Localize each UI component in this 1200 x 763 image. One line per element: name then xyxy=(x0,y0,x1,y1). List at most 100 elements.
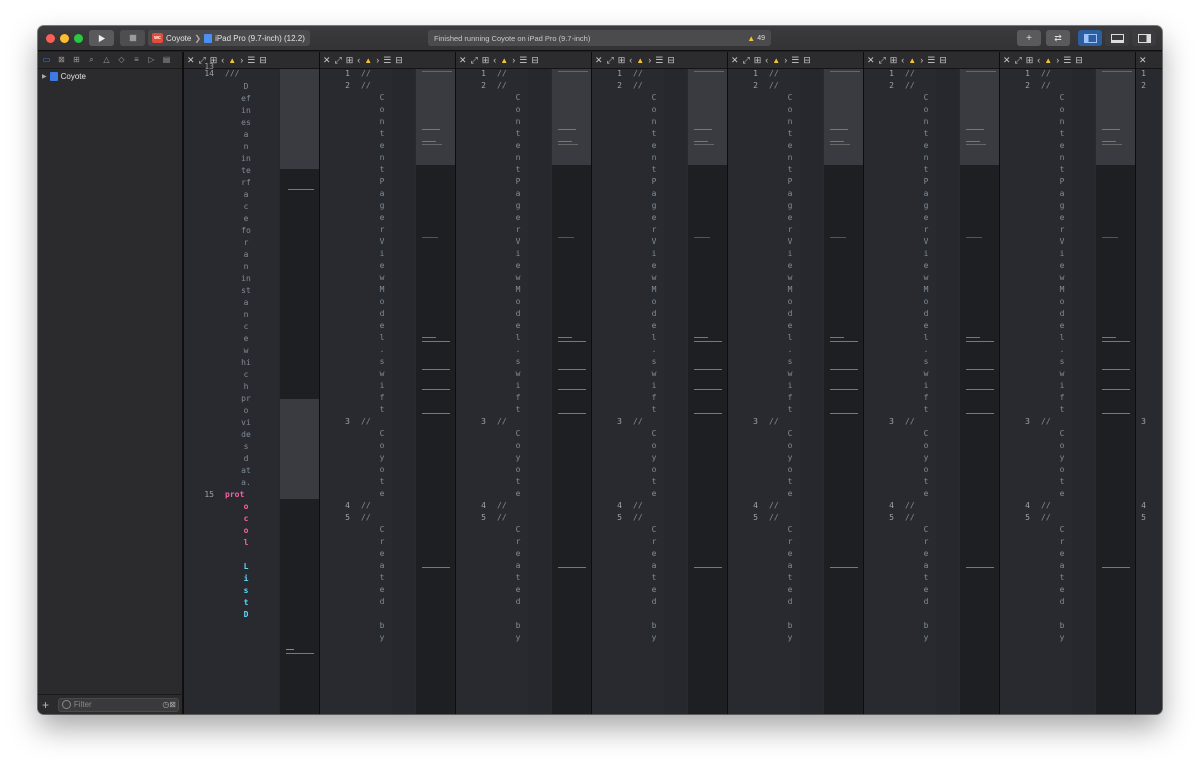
source-control-icon[interactable]: ⊠ xyxy=(55,54,68,66)
search-icon[interactable]: ⌕ xyxy=(85,54,98,66)
issue-warning-icon[interactable]: ▲ xyxy=(908,56,916,65)
library-button[interactable]: + xyxy=(1017,30,1041,46)
related-items-icon[interactable]: ⊞ xyxy=(754,55,762,66)
expand-icon[interactable]: ⤢ xyxy=(879,55,886,66)
related-items-icon[interactable]: ⊞ xyxy=(618,55,626,66)
issue-warning-icon[interactable]: ▲ xyxy=(364,56,372,65)
inspector-toggle-button[interactable] xyxy=(1132,30,1156,46)
document-items-icon[interactable]: ☰ xyxy=(247,55,255,66)
back-icon[interactable]: ‹ xyxy=(765,55,768,65)
document-items-icon[interactable]: ☰ xyxy=(519,55,527,66)
add-editor-icon[interactable]: ⊟ xyxy=(939,55,947,66)
minimap[interactable] xyxy=(960,69,999,714)
close-editor-icon[interactable]: ✕ xyxy=(323,55,331,66)
close-editor-icon[interactable]: ✕ xyxy=(867,55,875,66)
back-icon[interactable]: ‹ xyxy=(901,55,904,65)
source-editor[interactable]: 13 14///Def in es a n in te rf a c e fo r a n in st a n c e w h… xyxy=(184,62,279,714)
document-items-icon[interactable]: ☰ xyxy=(791,55,799,66)
warning-icon[interactable]: △ xyxy=(100,54,113,66)
navigator-root-item[interactable]: ▶ Coyote xyxy=(38,69,182,84)
forward-icon[interactable]: › xyxy=(648,55,651,65)
minimap-viewport[interactable] xyxy=(960,69,999,165)
expand-icon[interactable]: ⤢ xyxy=(743,55,750,66)
back-icon[interactable]: ‹ xyxy=(357,55,360,65)
add-editor-icon[interactable]: ⊟ xyxy=(259,55,267,66)
test-icon[interactable]: ◇ xyxy=(115,54,128,66)
expand-icon[interactable]: ⤢ xyxy=(335,55,342,66)
scheme-selector[interactable]: wc Coyote ❯ iPad Pro (9.7-inch) (12.2) xyxy=(148,30,310,46)
forward-icon[interactable]: › xyxy=(920,55,923,65)
editor-pane-1[interactable]: ✕ ⤢ ⊞ ‹ ▲ › ☰ ⊟ 13 14///Def in es a n in te rf a c e fo r a n in… xyxy=(183,52,319,714)
issue-warning-icon[interactable]: ▲ xyxy=(772,56,780,65)
document-items-icon[interactable]: ☰ xyxy=(927,55,935,66)
back-icon[interactable]: ‹ xyxy=(493,55,496,65)
report-icon[interactable]: ▤ xyxy=(160,54,173,66)
issue-warning-icon[interactable]: ▲ xyxy=(500,56,508,65)
document-items-icon[interactable]: ☰ xyxy=(655,55,663,66)
close-editor-icon[interactable]: ✕ xyxy=(459,55,467,66)
forward-icon[interactable]: › xyxy=(376,55,379,65)
stop-button[interactable] xyxy=(120,30,145,46)
debug-icon[interactable]: ≡ xyxy=(130,54,143,66)
minimap-viewport[interactable] xyxy=(688,69,727,165)
run-button[interactable] xyxy=(89,30,114,46)
minimap[interactable] xyxy=(416,69,455,714)
forward-icon[interactable]: › xyxy=(512,55,515,65)
related-items-icon[interactable]: ⊞ xyxy=(482,55,490,66)
forward-icon[interactable]: › xyxy=(784,55,787,65)
expand-icon[interactable]: ⤢ xyxy=(607,55,614,66)
back-icon[interactable]: ‹ xyxy=(221,55,224,65)
editor-pane-7[interactable]: ✕ ⤢ ⊞ ‹ ▲ › ☰ ⊟ 1//2//Co n t e n t Pa g e r Vi e w Mo d e l. s w i f… xyxy=(999,52,1135,714)
add-file-button[interactable]: + xyxy=(42,698,54,712)
forward-icon[interactable]: › xyxy=(1056,55,1059,65)
add-editor-icon[interactable]: ⊟ xyxy=(667,55,675,66)
editor-pane-5[interactable]: ✕ ⤢ ⊞ ‹ ▲ › ☰ ⊟ 1//2//Co n t e n t Pa g e r Vi e w Mo d e l. s w i f… xyxy=(727,52,863,714)
code-review-button[interactable]: ⇄ xyxy=(1046,30,1070,46)
editor-pane-8[interactable]: ✕ 1 2 3 4 5 xyxy=(1135,52,1162,714)
add-editor-icon[interactable]: ⊟ xyxy=(531,55,539,66)
editor-pane-6[interactable]: ✕ ⤢ ⊞ ‹ ▲ › ☰ ⊟ 1//2//Co n t e n t Pa g e r Vi e w Mo d e l. s w i f… xyxy=(863,52,999,714)
minimap[interactable] xyxy=(1096,69,1135,714)
expand-icon[interactable]: ⤢ xyxy=(1015,55,1022,66)
document-items-icon[interactable]: ☰ xyxy=(1063,55,1071,66)
close-editor-icon[interactable]: ✕ xyxy=(1139,55,1147,66)
hierarchy-icon[interactable]: ⊞ xyxy=(70,54,83,66)
document-items-icon[interactable]: ☰ xyxy=(383,55,391,66)
related-items-icon[interactable]: ⊞ xyxy=(346,55,354,66)
issue-warning-icon[interactable]: ▲ xyxy=(228,56,236,65)
minimap[interactable] xyxy=(688,69,727,714)
debug-area-toggle-button[interactable] xyxy=(1105,30,1129,46)
close-editor-icon[interactable]: ✕ xyxy=(595,55,603,66)
warnings-badge[interactable]: ▲ 49 xyxy=(747,34,765,43)
recent-filter-icon[interactable]: ◷⊠ xyxy=(162,700,176,709)
forward-icon[interactable]: › xyxy=(240,55,243,65)
minimap-viewport[interactable] xyxy=(280,69,319,169)
close-editor-icon[interactable]: ✕ xyxy=(731,55,739,66)
add-editor-icon[interactable]: ⊟ xyxy=(395,55,403,66)
add-editor-icon[interactable]: ⊟ xyxy=(803,55,811,66)
minimap-viewport[interactable] xyxy=(552,69,591,165)
minimap-viewport[interactable] xyxy=(416,69,455,165)
minimap[interactable] xyxy=(824,69,863,714)
back-icon[interactable]: ‹ xyxy=(1037,55,1040,65)
related-items-icon[interactable]: ⊞ xyxy=(1026,55,1034,66)
close-editor-icon[interactable]: ✕ xyxy=(1003,55,1011,66)
breakpoint-icon[interactable]: ▷ xyxy=(145,54,158,66)
disclosure-triangle-icon[interactable]: ▶ xyxy=(42,73,47,80)
issue-warning-icon[interactable]: ▲ xyxy=(1044,56,1052,65)
related-items-icon[interactable]: ⊞ xyxy=(890,55,898,66)
minimap-viewport[interactable] xyxy=(1096,69,1135,165)
back-icon[interactable]: ‹ xyxy=(629,55,632,65)
expand-icon[interactable]: ⤢ xyxy=(471,55,478,66)
navigator-toggle-button[interactable] xyxy=(1078,30,1102,46)
editor-pane-2[interactable]: ✕ ⤢ ⊞ ‹ ▲ › ☰ ⊟ 1//2//Co n t e n t Pa g e r Vi e w Mo d e l. s w i f… xyxy=(319,52,455,714)
folder-icon[interactable]: ▭ xyxy=(40,54,53,66)
zoom-window-button[interactable] xyxy=(74,34,83,43)
close-window-button[interactable] xyxy=(46,34,55,43)
add-editor-icon[interactable]: ⊟ xyxy=(1075,55,1083,66)
minimap-viewport[interactable] xyxy=(824,69,863,165)
filter-input[interactable]: Filter ◷⊠ xyxy=(57,697,179,712)
issue-warning-icon[interactable]: ▲ xyxy=(636,56,644,65)
editor-pane-4[interactable]: ✕ ⤢ ⊞ ‹ ▲ › ☰ ⊟ 1//2//Co n t e n t Pa g e r Vi e w Mo d e l. s w i f… xyxy=(591,52,727,714)
minimap[interactable] xyxy=(552,69,591,714)
